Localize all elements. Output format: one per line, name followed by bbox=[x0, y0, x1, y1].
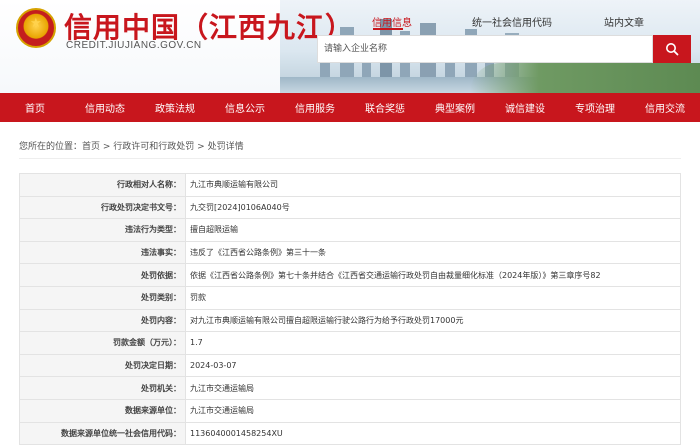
breadcrumb-separator: > bbox=[100, 142, 114, 152]
breadcrumb-separator: > bbox=[194, 142, 208, 152]
row-value: 对九江市典顺运输有限公司擅自超限运输行驶公路行为给予行政处罚17000元 bbox=[185, 308, 681, 333]
row-label: 处罚类别： bbox=[19, 285, 186, 310]
breadcrumb-section-link[interactable]: 行政许可和行政处罚 bbox=[113, 142, 194, 152]
row-value: 九江市交通运输局 bbox=[185, 398, 681, 423]
table-row: 行政相对人名称： 九江市典顺运输有限公司 bbox=[19, 173, 681, 197]
breadcrumb-divider bbox=[19, 158, 681, 159]
row-label: 处罚机关： bbox=[19, 376, 186, 400]
row-label: 违法事实： bbox=[19, 240, 186, 265]
row-value: 九江市交通运输局 bbox=[185, 376, 681, 400]
row-value: 依据《江西省公路条例》第七十条并结合《江西省交通运输行政处罚自由裁量细化标准（2… bbox=[185, 263, 681, 287]
penalty-detail-table: 行政相对人名称： 九江市典顺运输有限公司 行政处罚决定书文号： 九交罚[2024]0… bbox=[19, 173, 681, 446]
table-row: 数据来源单位统一社会信用代码： 113604000145825​4XU bbox=[19, 421, 681, 446]
row-label: 罚款金额（万元）： bbox=[19, 331, 186, 355]
row-value: 违反了《江西省公路条例》第三十一条 bbox=[185, 240, 681, 265]
nav-typical-cases[interactable]: 典型案例 bbox=[420, 93, 490, 122]
table-row: 数据来源单位： 九江市交通运输局 bbox=[19, 398, 681, 423]
table-row: 行政处罚决定书文号： 九交罚[2024]0106A040号 bbox=[19, 195, 681, 220]
row-value: 罚款 bbox=[185, 285, 681, 310]
table-row: 违法事实： 违反了《江西省公路条例》第三十一条 bbox=[19, 240, 681, 265]
row-label: 处罚决定日期： bbox=[19, 353, 186, 378]
row-value: 擅自超限运输 bbox=[185, 218, 681, 242]
row-label: 行政处罚决定书文号： bbox=[19, 195, 186, 220]
main-nav: 首页 信用动态 政策法规 信息公示 信用服务 联合奖惩 典型案例 诚信建设 专项… bbox=[0, 93, 700, 122]
table-row: 处罚决定日期： 2024-03-07 bbox=[19, 353, 681, 378]
active-tab-indicator bbox=[373, 28, 403, 30]
star-icon: ★ bbox=[30, 16, 42, 31]
breadcrumb-home-link[interactable]: 首页 bbox=[82, 142, 100, 152]
row-value: 1.7 bbox=[185, 331, 681, 355]
search-box bbox=[317, 35, 653, 63]
site-url: CREDIT.JIUJIANG.GOV.CN bbox=[66, 40, 202, 51]
nav-info-disclosure[interactable]: 信息公示 bbox=[210, 93, 280, 122]
row-value: 113604000145825​4XU bbox=[185, 421, 681, 446]
table-row: 违法行为类型： 擅自超限运输 bbox=[19, 218, 681, 242]
breadcrumb: 您所在的位置：首页 > 行政许可和行政处罚 > 处罚详情 bbox=[19, 139, 244, 152]
nav-credit-exchange[interactable]: 信用交流 bbox=[630, 93, 700, 122]
nav-home[interactable]: 首页 bbox=[0, 93, 70, 122]
nav-credit-service[interactable]: 信用服务 bbox=[280, 93, 350, 122]
row-label: 处罚内容： bbox=[19, 308, 186, 333]
nav-credit-news[interactable]: 信用动态 bbox=[70, 93, 140, 122]
search-tab-credit-info[interactable]: 信用信息 bbox=[372, 14, 412, 29]
search-button[interactable] bbox=[653, 35, 691, 63]
table-row: 罚款金额（万元）： 1.7 bbox=[19, 331, 681, 355]
row-label: 行政相对人名称： bbox=[19, 173, 186, 197]
row-label: 数据来源单位： bbox=[19, 398, 186, 423]
table-row: 处罚类别： 罚款 bbox=[19, 285, 681, 310]
breadcrumb-current: 处罚详情 bbox=[207, 142, 244, 152]
row-label: 数据来源单位统一社会信用代码： bbox=[19, 421, 186, 446]
row-value: 九江市典顺运输有限公司 bbox=[185, 173, 681, 197]
row-value: 2024-03-07 bbox=[185, 353, 681, 378]
row-value: 九交罚[2024]0106A040号 bbox=[185, 195, 681, 220]
breadcrumb-prefix: 您所在的位置： bbox=[19, 142, 83, 152]
search-input[interactable] bbox=[318, 36, 652, 62]
nav-integrity-building[interactable]: 诚信建设 bbox=[490, 93, 560, 122]
table-row: 处罚机关： 九江市交通运输局 bbox=[19, 376, 681, 400]
table-row: 处罚内容： 对九江市典顺运输有限公司擅自超限运输行驶公路行为给予行政处罚17000… bbox=[19, 308, 681, 333]
search-tab-credit-code[interactable]: 统一社会信用代码 bbox=[472, 14, 552, 29]
site-header: ★ 信用中国（江西九江） CREDIT.JIUJIANG.GOV.CN 信用信息… bbox=[0, 0, 700, 93]
national-emblem-logo: ★ bbox=[16, 8, 56, 48]
row-label: 违法行为类型： bbox=[19, 218, 186, 242]
nav-policies[interactable]: 政策法规 bbox=[140, 93, 210, 122]
nav-rewards-punishments[interactable]: 联合奖惩 bbox=[350, 93, 420, 122]
table-row: 处罚依据： 依据《江西省公路条例》第七十条并结合《江西省交通运输行政处罚自由裁量细… bbox=[19, 263, 681, 287]
search-icon bbox=[666, 43, 679, 56]
nav-special-governance[interactable]: 专项治理 bbox=[560, 93, 630, 122]
search-tab-articles[interactable]: 站内文章 bbox=[604, 14, 644, 29]
row-label: 处罚依据： bbox=[19, 263, 186, 287]
